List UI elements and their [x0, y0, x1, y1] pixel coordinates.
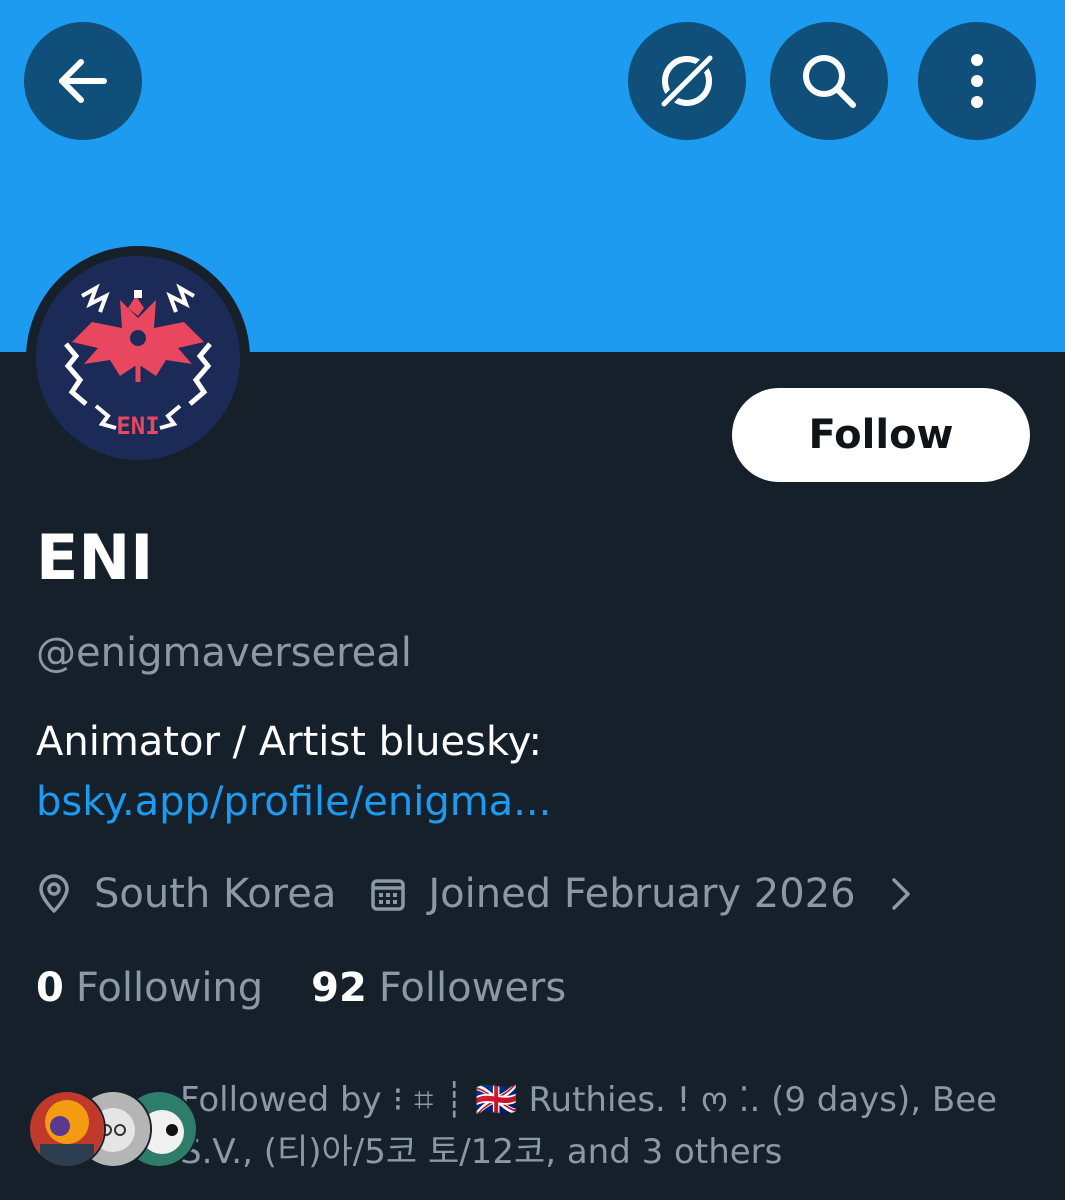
followers-label: Followers — [378, 965, 567, 1011]
follow-button[interactable]: Follow — [732, 388, 1030, 482]
following-count: 0 — [36, 965, 64, 1011]
chevron-right-icon[interactable] — [890, 876, 912, 912]
followers-count: 92 — [311, 965, 367, 1011]
following-stat[interactable]: 0 Following — [36, 965, 263, 1011]
svg-text:ENI: ENI — [116, 412, 159, 440]
avatar-frame[interactable]: ENI — [26, 246, 250, 470]
joined-date: Joined February 2026 — [428, 871, 856, 917]
more-options-button[interactable] — [918, 22, 1036, 140]
bio-text: Animator / Artist bluesky: — [36, 719, 542, 765]
search-icon — [803, 55, 856, 108]
search-button[interactable] — [770, 22, 888, 140]
bio-link[interactable]: bsky.app/profile/enigma... — [36, 779, 551, 825]
location-pin-icon — [36, 874, 72, 914]
more-vertical-icon — [971, 54, 983, 108]
user-handle: @enigmaversereal — [36, 630, 412, 676]
profile-meta: South Korea Joined February 2026 — [36, 862, 912, 926]
grok-button[interactable] — [628, 22, 746, 140]
grok-icon — [657, 51, 717, 111]
follow-stats: 0 Following 92 Followers — [36, 958, 566, 1018]
display-name: ENI — [36, 521, 154, 594]
calendar-icon — [370, 876, 406, 912]
followers-stat[interactable]: 92 Followers — [311, 965, 566, 1011]
followed-by[interactable]: Followed by ⁝ ⌗ ┊ 🇬🇧 Ruthies. ! ო ⁚. (9 … — [28, 1074, 1038, 1184]
bio: Animator / Artist bluesky: bsky.app/prof… — [36, 712, 996, 832]
avatar[interactable]: ENI — [36, 256, 240, 460]
followed-by-text: Followed by ⁝ ⌗ ┊ 🇬🇧 Ruthies. ! ო ⁚. (9 … — [180, 1080, 998, 1172]
follower-avatar — [28, 1090, 106, 1168]
following-label: Following — [75, 965, 264, 1011]
back-button[interactable] — [24, 22, 142, 140]
avatar-logo: ENI — [36, 256, 240, 460]
location-text: South Korea — [94, 871, 337, 917]
arrow-left-icon — [59, 59, 107, 103]
